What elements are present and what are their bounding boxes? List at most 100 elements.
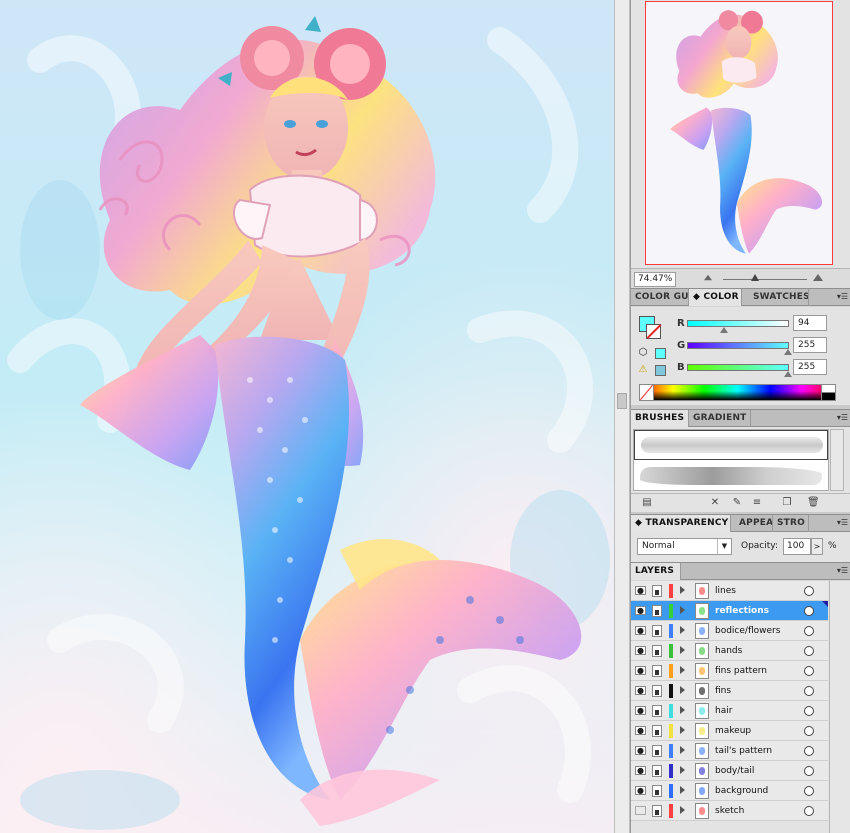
- expand-triangle-icon[interactable]: [680, 586, 685, 594]
- visibility-eye-icon[interactable]: ●: [635, 746, 646, 755]
- panel-menu-icon[interactable]: ▾☰: [837, 519, 848, 527]
- lock-icon[interactable]: [652, 765, 662, 777]
- r-slider-thumb[interactable]: [720, 327, 728, 333]
- r-value-field[interactable]: 94: [793, 315, 827, 331]
- expand-triangle-icon[interactable]: [680, 686, 685, 694]
- new-brush-icon[interactable]: ❐: [781, 497, 793, 509]
- lock-icon[interactable]: [652, 605, 662, 617]
- visibility-eye-icon[interactable]: ●: [635, 726, 646, 735]
- b-slider[interactable]: [687, 364, 789, 371]
- layer-row[interactable]: ● body/tail: [631, 761, 828, 781]
- layer-row[interactable]: ● hands: [631, 641, 828, 661]
- zoom-out-icon[interactable]: [704, 274, 712, 281]
- layer-target-icon[interactable]: [804, 726, 814, 736]
- layer-target-icon[interactable]: [804, 606, 814, 616]
- panel-menu-icon[interactable]: ▾☰: [837, 293, 848, 301]
- expand-triangle-icon[interactable]: [680, 726, 685, 734]
- layer-name[interactable]: reflections: [715, 604, 769, 618]
- layer-row[interactable]: ● hair: [631, 701, 828, 721]
- lock-icon[interactable]: [652, 645, 662, 657]
- navigator-preview[interactable]: [645, 1, 833, 265]
- visibility-eye-icon[interactable]: ●: [635, 666, 646, 675]
- expand-triangle-icon[interactable]: [680, 746, 685, 754]
- g-slider-thumb[interactable]: [784, 349, 792, 355]
- visibility-eye-icon[interactable]: ●: [635, 646, 646, 655]
- visibility-eye-icon[interactable]: [635, 806, 646, 815]
- layer-name[interactable]: hair: [715, 704, 732, 718]
- expand-triangle-icon[interactable]: [680, 626, 685, 634]
- canvas-vertical-scrollbar[interactable]: [614, 0, 630, 833]
- layer-target-icon[interactable]: [804, 766, 814, 776]
- layer-target-icon[interactable]: [804, 646, 814, 656]
- color-spectrum-ramp[interactable]: [639, 384, 836, 401]
- visibility-eye-icon[interactable]: ●: [635, 706, 646, 715]
- tab-color-guide[interactable]: COLOR GU: [631, 289, 689, 306]
- visibility-eye-icon[interactable]: ●: [635, 766, 646, 775]
- panel-menu-icon[interactable]: ▾☰: [837, 567, 848, 575]
- scrollbar-thumb[interactable]: [617, 393, 627, 409]
- expand-triangle-icon[interactable]: [680, 706, 685, 714]
- visibility-eye-icon[interactable]: ●: [635, 606, 646, 615]
- black-white-chip[interactable]: [821, 385, 835, 400]
- layers-scrollbar[interactable]: [829, 581, 850, 833]
- out-of-web-color-cube-icon[interactable]: ⬡: [637, 347, 649, 359]
- layer-name[interactable]: tail's pattern: [715, 744, 772, 758]
- remove-brush-stroke-icon[interactable]: ✕: [709, 497, 721, 509]
- delete-brush-icon[interactable]: 🗑: [807, 497, 820, 509]
- expand-triangle-icon[interactable]: [680, 666, 685, 674]
- r-slider[interactable]: [687, 320, 789, 327]
- layer-target-icon[interactable]: [804, 786, 814, 796]
- web-safe-color-swatch[interactable]: [655, 348, 666, 359]
- layer-row[interactable]: ● bodice/flowers: [631, 621, 828, 641]
- visibility-eye-icon[interactable]: ●: [635, 786, 646, 795]
- b-slider-thumb[interactable]: [784, 371, 792, 377]
- lock-icon[interactable]: [652, 745, 662, 757]
- expand-triangle-icon[interactable]: [680, 766, 685, 774]
- layer-target-icon[interactable]: [804, 746, 814, 756]
- layer-row[interactable]: ● fins pattern: [631, 661, 828, 681]
- lock-icon[interactable]: [652, 785, 662, 797]
- brush-item-selected[interactable]: [634, 430, 828, 460]
- none-color-chip[interactable]: [640, 385, 654, 400]
- stroke-none-swatch[interactable]: [646, 324, 661, 339]
- in-gamut-color-swatch[interactable]: [655, 365, 666, 376]
- layer-row[interactable]: ● makeup: [631, 721, 828, 741]
- layer-row[interactable]: ● fins: [631, 681, 828, 701]
- layer-target-icon[interactable]: [804, 686, 814, 696]
- layer-row[interactable]: ● reflections: [631, 601, 828, 621]
- lock-icon[interactable]: [652, 725, 662, 737]
- expand-triangle-icon[interactable]: [680, 786, 685, 794]
- layer-name[interactable]: sketch: [715, 804, 744, 818]
- brush-list-scrollbar[interactable]: [830, 429, 844, 491]
- layer-name[interactable]: bodice/flowers: [715, 624, 780, 638]
- layer-name[interactable]: fins: [715, 684, 731, 698]
- layer-name[interactable]: lines: [715, 584, 736, 598]
- zoom-level-field[interactable]: 74.47%: [634, 272, 676, 287]
- lock-icon[interactable]: [652, 705, 662, 717]
- lock-icon[interactable]: [652, 665, 662, 677]
- out-of-gamut-warning-icon[interactable]: ⚠: [637, 364, 649, 376]
- layer-name[interactable]: hands: [715, 644, 742, 658]
- tab-gradient[interactable]: GRADIENT: [689, 410, 751, 427]
- layer-name[interactable]: makeup: [715, 724, 751, 738]
- layer-target-icon[interactable]: [804, 806, 814, 816]
- visibility-eye-icon[interactable]: ●: [635, 686, 646, 695]
- layer-target-icon[interactable]: [804, 666, 814, 676]
- expand-triangle-icon[interactable]: [680, 646, 685, 654]
- lock-icon[interactable]: [652, 805, 662, 817]
- expand-triangle-icon[interactable]: [680, 806, 685, 814]
- visibility-eye-icon[interactable]: ●: [635, 626, 646, 635]
- g-slider[interactable]: [687, 342, 789, 349]
- layer-name[interactable]: body/tail: [715, 764, 754, 778]
- tab-swatches[interactable]: SWATCHES: [749, 289, 809, 306]
- opacity-slider-button[interactable]: >: [811, 538, 823, 555]
- zoom-slider-track[interactable]: [723, 279, 807, 280]
- brush-stroke-preview[interactable]: [640, 467, 822, 485]
- zoom-slider-thumb[interactable]: [751, 274, 759, 281]
- layer-name[interactable]: fins pattern: [715, 664, 767, 678]
- layer-name[interactable]: background: [715, 784, 768, 798]
- options-of-selected-object-icon[interactable]: ✎: [731, 497, 743, 509]
- layer-row[interactable]: sketch: [631, 801, 828, 821]
- tab-color[interactable]: ◆ COLOR: [689, 289, 742, 306]
- opacity-field[interactable]: 100: [783, 538, 811, 555]
